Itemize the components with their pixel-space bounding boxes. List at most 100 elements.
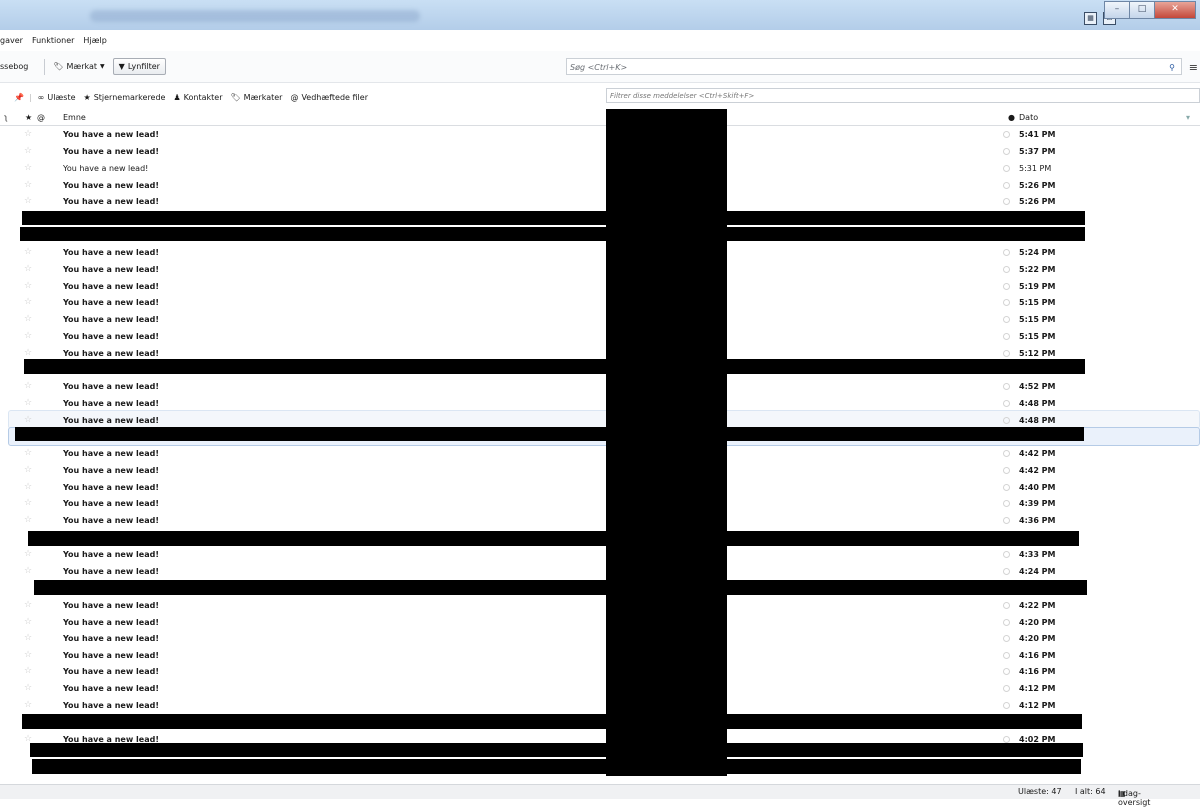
maximize-button[interactable]: □: [1129, 1, 1155, 19]
read-status-icon[interactable]: [1003, 316, 1010, 323]
read-status-icon[interactable]: [1003, 500, 1010, 507]
message-row[interactable]: ☆ You have a new lead! 4:48 PM: [0, 395, 1200, 412]
star-toggle-icon[interactable]: ☆: [24, 314, 32, 324]
star-toggle-icon[interactable]: ☆: [24, 331, 32, 341]
star-toggle-icon[interactable]: ☆: [24, 650, 32, 660]
message-row[interactable]: ☆ You have a new lead! 4:42 PM: [0, 462, 1200, 479]
star-toggle-icon[interactable]: ☆: [24, 482, 32, 492]
read-status-icon[interactable]: [1003, 484, 1010, 491]
quickfilter-button[interactable]: ▼ Lynfilter: [112, 58, 166, 75]
read-status-icon[interactable]: [1003, 350, 1010, 357]
message-row[interactable]: ☆ You have a new lead! 5:15 PM: [0, 294, 1200, 311]
read-status-icon[interactable]: [1003, 702, 1010, 709]
read-status-icon[interactable]: [1003, 602, 1010, 609]
message-row[interactable]: ☆ You have a new lead! 5:22 PM: [0, 261, 1200, 278]
message-row[interactable]: ☆ You have a new lead! 4:42 PM: [0, 445, 1200, 462]
filter-attachments[interactable]: @ Vedhæftede filer: [290, 93, 368, 102]
thread-column-icon[interactable]: ʅ: [4, 113, 8, 122]
star-toggle-icon[interactable]: ☆: [24, 163, 32, 173]
star-toggle-icon[interactable]: ☆: [24, 297, 32, 307]
read-status-icon[interactable]: [1003, 417, 1010, 424]
menu-item-tasks[interactable]: gaver: [0, 36, 23, 45]
message-row[interactable]: ☆ You have a new lead! 4:16 PM: [0, 647, 1200, 664]
read-status-icon[interactable]: [1003, 383, 1010, 390]
menu-item-help[interactable]: Hjælp: [83, 36, 106, 45]
read-status-icon[interactable]: [1003, 467, 1010, 474]
star-toggle-icon[interactable]: ☆: [24, 700, 32, 710]
star-toggle-icon[interactable]: ☆: [24, 666, 32, 676]
star-toggle-icon[interactable]: ☆: [24, 264, 32, 274]
filter-starred[interactable]: ★ Stjernemarkerede: [84, 93, 166, 102]
filter-unread[interactable]: ∞ Ulæste: [38, 93, 76, 102]
message-row[interactable]: ☆ You have a new lead! 4:20 PM: [0, 630, 1200, 647]
message-row[interactable]: ☆ You have a new lead! 4:33 PM: [0, 546, 1200, 563]
star-toggle-icon[interactable]: ☆: [24, 281, 32, 291]
read-status-icon[interactable]: [1003, 450, 1010, 457]
message-row[interactable]: ☆ You have a new lead! 4:40 PM: [0, 479, 1200, 496]
message-row[interactable]: ☆ You have a new lead! 4:16 PM: [0, 663, 1200, 680]
search-input[interactable]: Søg <Ctrl+K> ⚲: [566, 58, 1182, 75]
star-toggle-icon[interactable]: ☆: [24, 196, 32, 206]
star-toggle-icon[interactable]: ☆: [24, 398, 32, 408]
read-status-icon[interactable]: [1003, 299, 1010, 306]
message-row[interactable]: ☆ You have a new lead! 4:39 PM: [0, 495, 1200, 512]
read-status-icon[interactable]: [1003, 736, 1010, 743]
read-status-icon[interactable]: [1003, 266, 1010, 273]
star-toggle-icon[interactable]: ☆: [24, 617, 32, 627]
read-status-icon[interactable]: [1003, 551, 1010, 558]
star-toggle-icon[interactable]: ☆: [24, 180, 32, 190]
star-toggle-icon[interactable]: ☆: [24, 381, 32, 391]
read-status-icon[interactable]: [1003, 685, 1010, 692]
message-row[interactable]: ☆ You have a new lead! 4:52 PM: [0, 378, 1200, 395]
read-status-icon[interactable]: [1003, 333, 1010, 340]
column-date[interactable]: Dato: [1019, 113, 1038, 122]
message-row[interactable]: ☆ You have a new lead! 5:24 PM: [0, 244, 1200, 261]
filter-messages-input[interactable]: Filtrer disse meddelelser <Ctrl+Skift+F>: [606, 88, 1200, 103]
star-toggle-icon[interactable]: ☆: [24, 515, 32, 525]
message-row[interactable]: ☆ You have a new lead! 5:15 PM: [0, 311, 1200, 328]
menu-hamburger-icon[interactable]: ≡: [1189, 61, 1198, 74]
calendar-icon[interactable]: ▦: [1084, 12, 1097, 25]
read-status-column-icon[interactable]: ●: [1008, 113, 1015, 122]
message-row[interactable]: ☆ You have a new lead! 4:36 PM: [0, 512, 1200, 529]
read-status-icon[interactable]: [1003, 131, 1010, 138]
message-row[interactable]: ☆ You have a new lead! 5:19 PM: [0, 278, 1200, 295]
read-status-icon[interactable]: [1003, 182, 1010, 189]
read-status-icon[interactable]: [1003, 400, 1010, 407]
column-subject[interactable]: Emne: [63, 113, 86, 122]
message-row[interactable]: ☆ You have a new lead! 4:22 PM: [0, 597, 1200, 614]
star-toggle-icon[interactable]: ☆: [24, 683, 32, 693]
attachment-column-icon[interactable]: @: [37, 113, 45, 122]
filter-contacts[interactable]: ♟ Kontakter: [173, 93, 222, 102]
message-row[interactable]: ☆ You have a new lead! 4:12 PM: [0, 680, 1200, 697]
read-status-icon[interactable]: [1003, 517, 1010, 524]
read-status-icon[interactable]: [1003, 619, 1010, 626]
addressbook-button[interactable]: ssebog: [0, 62, 28, 71]
filter-tags[interactable]: 🏷 Mærkater: [231, 93, 283, 102]
star-toggle-icon[interactable]: ☆: [24, 448, 32, 458]
message-row[interactable]: ☆ You have a new lead! 5:26 PM: [0, 177, 1200, 194]
read-status-icon[interactable]: [1003, 249, 1010, 256]
message-row[interactable]: ☆ You have a new lead! 5:15 PM: [0, 328, 1200, 345]
minimize-button[interactable]: –: [1104, 1, 1130, 19]
star-toggle-icon[interactable]: ☆: [24, 549, 32, 559]
message-row[interactable]: ☆ You have a new lead! 5:41 PM: [0, 126, 1200, 143]
star-toggle-icon[interactable]: ☆: [24, 146, 32, 156]
message-row[interactable]: ☆ You have a new lead! 5:26 PM: [0, 193, 1200, 210]
message-row[interactable]: ☆ You have a new lead! 4:12 PM: [0, 697, 1200, 714]
read-status-icon[interactable]: [1003, 283, 1010, 290]
tag-button[interactable]: 🏷 Mærkat ▼: [53, 62, 104, 71]
read-status-icon[interactable]: [1003, 165, 1010, 172]
star-toggle-icon[interactable]: ☆: [24, 247, 32, 257]
read-status-icon[interactable]: [1003, 652, 1010, 659]
close-button[interactable]: ✕: [1154, 1, 1196, 19]
pin-icon[interactable]: 📌: [14, 93, 24, 102]
read-status-icon[interactable]: [1003, 568, 1010, 575]
message-row[interactable]: ☆ You have a new lead! 5:31 PM: [0, 160, 1200, 177]
message-row[interactable]: ☆ You have a new lead! 5:37 PM: [0, 143, 1200, 160]
star-toggle-icon[interactable]: ☆: [24, 600, 32, 610]
message-row[interactable]: ☆ You have a new lead! 4:24 PM: [0, 563, 1200, 580]
message-row[interactable]: ☆ You have a new lead! 4:20 PM: [0, 614, 1200, 631]
star-toggle-icon[interactable]: ☆: [24, 129, 32, 139]
star-toggle-icon[interactable]: ☆: [24, 633, 32, 643]
